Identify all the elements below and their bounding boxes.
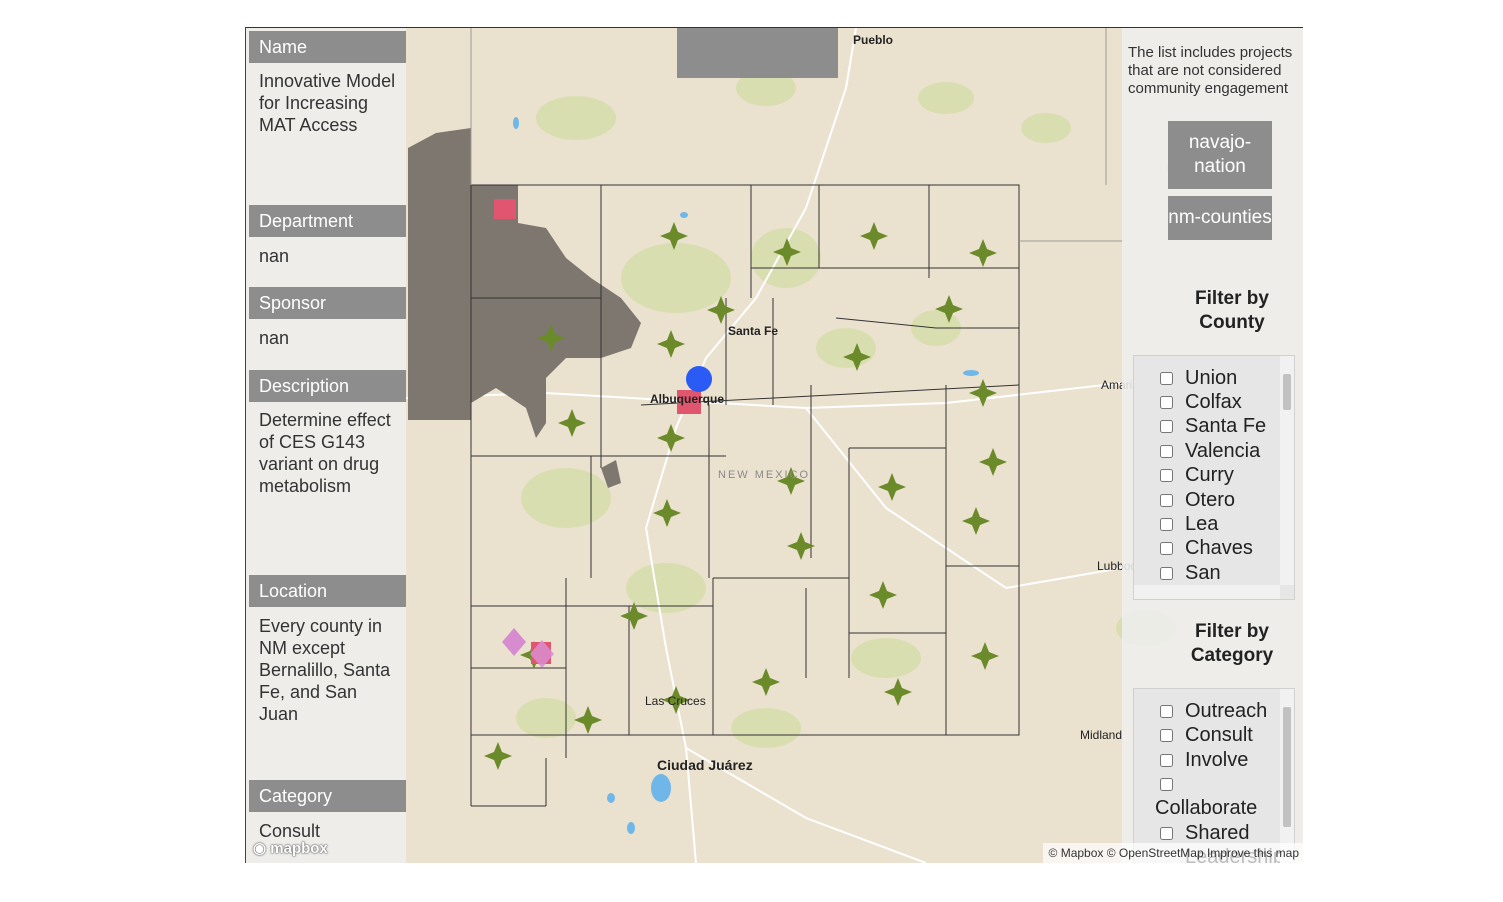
category-scroll-thumb[interactable]	[1283, 707, 1291, 827]
county-checkbox[interactable]	[1160, 469, 1173, 482]
category-label: Outreach	[1185, 700, 1268, 722]
category-checkbox[interactable]	[1160, 729, 1173, 742]
name-header: Name	[249, 31, 406, 63]
category-filter-title: Filter by Category	[1190, 621, 1274, 666]
county-label: Santa Fe	[1185, 415, 1267, 437]
county-option[interactable]: Otero	[1134, 488, 1282, 512]
square-marker-north[interactable]	[494, 199, 516, 219]
county-checkbox[interactable]	[1160, 567, 1173, 580]
description-value: Determine effect of CES G143 variant on …	[259, 410, 391, 496]
label-midland: Midland	[1080, 728, 1122, 742]
navajo-nation-layer-button[interactable]: navajo-nation	[1168, 121, 1272, 189]
county-option[interactable]: Chaves	[1134, 536, 1282, 560]
category-option[interactable]: Consult	[1134, 723, 1282, 747]
mapbox-logo[interactable]: ◉ mapbox	[253, 839, 328, 857]
county-checkbox[interactable]	[1160, 372, 1173, 385]
description-header: Description	[249, 370, 406, 402]
county-option[interactable]: Curry	[1134, 463, 1282, 487]
county-label: Union	[1185, 367, 1238, 389]
info-panel: Name Innovative Model for Increasing MAT…	[246, 28, 406, 863]
county-checkbox[interactable]	[1160, 542, 1173, 555]
county-checkbox[interactable]	[1160, 420, 1173, 433]
county-option[interactable]: Colfax	[1134, 390, 1282, 414]
county-option[interactable]: Valencia	[1134, 439, 1282, 463]
category-label: Consult	[1185, 724, 1253, 746]
note-text: The list includes projects that are not …	[1128, 44, 1303, 98]
county-option[interactable]: Santa Fe	[1134, 414, 1282, 438]
name-value: Innovative Model for Increasing MAT Acce…	[259, 71, 396, 135]
sponsor-header: Sponsor	[249, 287, 406, 319]
county-label: San	[1185, 562, 1221, 584]
label-santa-fe: Santa Fe	[728, 324, 778, 338]
county-scroll-thumb[interactable]	[1283, 374, 1291, 410]
sponsor-value: nan	[259, 328, 290, 348]
county-label: Otero	[1185, 489, 1236, 511]
department-header: Department	[249, 205, 406, 237]
category-option[interactable]: Collaborate	[1134, 772, 1282, 820]
app-frame: Pueblo Santa Fe Albuquerque NEW MEXICO A…	[245, 27, 1303, 863]
category-list-scrollbar[interactable]	[1280, 689, 1294, 863]
category-filter-list[interactable]: Outreach Consult Involve Collaborate Sha…	[1133, 688, 1295, 863]
category-label: Involve	[1185, 749, 1249, 771]
category-checkbox[interactable]	[1160, 778, 1173, 791]
category-option[interactable]: Involve	[1134, 748, 1282, 772]
county-filter-title: Filter by County	[1195, 288, 1269, 333]
category-label: Collaborate	[1155, 797, 1258, 819]
county-label: Lea	[1185, 513, 1219, 535]
county-checkbox[interactable]	[1160, 396, 1173, 409]
county-label: Colfax	[1185, 391, 1242, 413]
label-albuquerque: Albuquerque	[650, 392, 724, 406]
map-attribution[interactable]: © Mapbox © OpenStreetMap Improve this ma…	[1042, 843, 1303, 863]
label-las-cruces: Las Cruces	[645, 694, 706, 708]
filter-sidebar: The list includes projects that are not …	[1122, 28, 1303, 863]
county-checkbox[interactable]	[1160, 518, 1173, 531]
county-label: Curry	[1185, 464, 1234, 486]
county-list-hscrollbar[interactable]	[1134, 585, 1280, 599]
mapbox-logo-icon: ◉	[253, 840, 267, 857]
category-header: Category	[249, 780, 406, 812]
county-list-scrollbar[interactable]	[1280, 356, 1294, 585]
county-checkbox[interactable]	[1160, 494, 1173, 507]
county-option[interactable]: San	[1134, 561, 1282, 585]
label-new-mexico: NEW MEXICO	[718, 469, 810, 481]
category-checkbox[interactable]	[1160, 705, 1173, 718]
county-option[interactable]: Union	[1134, 366, 1282, 390]
note-line: The list includes projects that are not …	[1128, 44, 1293, 97]
circle-marker-albuquerque[interactable]	[686, 366, 712, 392]
overlay-block	[677, 28, 838, 78]
category-option[interactable]: Outreach	[1134, 699, 1282, 723]
county-label: Valencia	[1185, 440, 1261, 462]
label-pueblo: Pueblo	[853, 33, 893, 47]
nm-counties-layer-button[interactable]: nm-counties	[1168, 196, 1272, 240]
county-label: Chaves	[1185, 537, 1253, 559]
location-value: Every county in NM except Bernalillo, Sa…	[259, 616, 391, 724]
department-value: nan	[259, 246, 290, 266]
county-checkbox[interactable]	[1160, 445, 1173, 458]
category-checkbox[interactable]	[1160, 754, 1173, 767]
label-ciudad-juarez: Ciudad Juárez	[657, 757, 753, 773]
mapbox-logo-text: mapbox	[270, 840, 328, 857]
category-checkbox[interactable]	[1160, 827, 1173, 840]
county-filter-list[interactable]: Union Colfax Santa Fe Valencia Curry Ote…	[1133, 355, 1295, 600]
county-option[interactable]: Lea	[1134, 512, 1282, 536]
location-header: Location	[249, 575, 406, 607]
